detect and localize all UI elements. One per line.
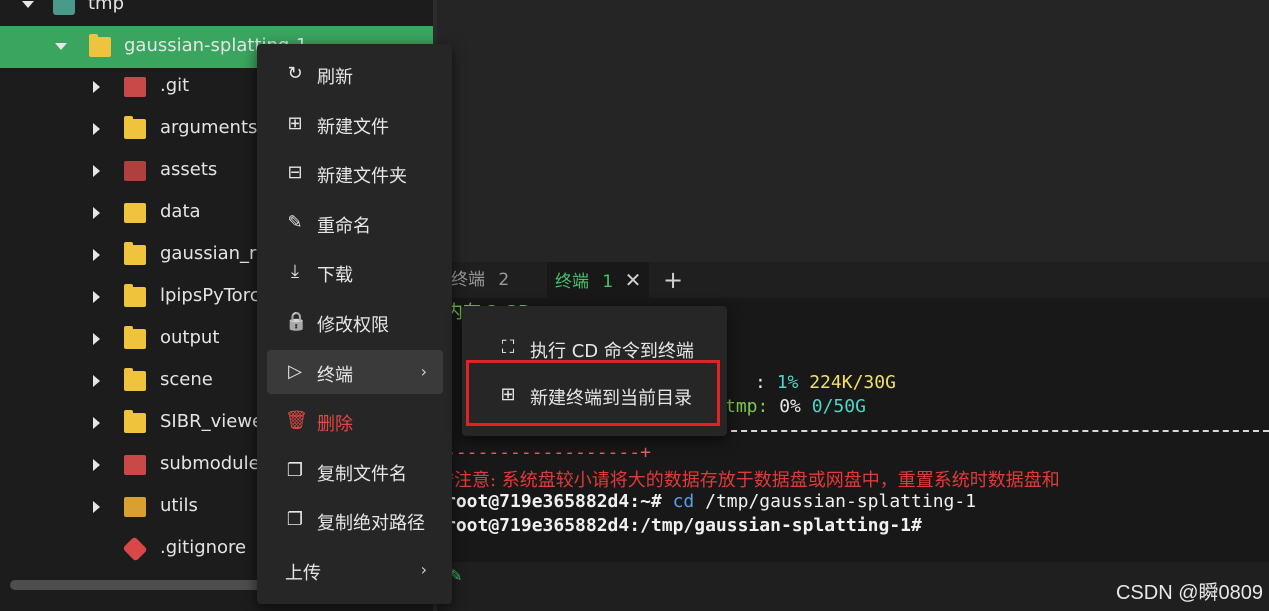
editor-area [437, 0, 1269, 262]
menu-item-label: 新建文件夹 [317, 166, 407, 188]
chevron-right-icon[interactable] [93, 81, 100, 93]
menu-item[interactable]: ▷ 终端 › [267, 349, 443, 394]
menu-item-label: 重命名 [317, 215, 371, 237]
tree-item-label: arguments [160, 117, 258, 138]
chevron-right-icon[interactable] [93, 459, 100, 471]
chevron-right-icon[interactable] [93, 375, 100, 387]
context-menu: ↻ 刷新 ⊞ 新建文件 ⊟ 新建文件夹 ✎ 重命名 ⤓ 下载 🔒 修改权限 ▷ 终端 › 🗑 删除 ❐ 复制文件名 ❐… [257, 44, 452, 604]
highlight-box [466, 360, 720, 426]
chevron-down-icon[interactable] [55, 43, 67, 50]
git-folder-icon [124, 77, 146, 97]
menu-item-label: 下载 [317, 265, 353, 287]
tree-item-label: utils [160, 495, 198, 516]
terminal-warning: *注意: 系统盘较小请将大的数据存放于数据盘或网盘中，重置系统时数据盘和 [445, 470, 1060, 491]
folder-icon [124, 410, 146, 433]
chevron-right-icon[interactable] [93, 123, 100, 135]
chevron-right-icon: › [420, 361, 427, 381]
terminal-divider-end: ------------------+ [445, 442, 651, 463]
menu-item[interactable]: 上传 › [267, 548, 443, 592]
folder-icon [124, 284, 146, 307]
chevron-right-icon[interactable] [93, 207, 100, 219]
terminal-command-line: root@719e365882d4:~# cd /tmp/gaussian-sp… [445, 491, 977, 512]
folder-icon [89, 34, 111, 57]
new-file-icon: ⊞ [287, 112, 303, 134]
chevron-right-icon[interactable] [93, 165, 100, 177]
menu-item-label: 新建文件 [317, 116, 389, 138]
terminal-tabs: 终端 2 终端 1 ✕ + [437, 262, 1269, 298]
git-folder-icon [124, 455, 146, 475]
menu-item[interactable]: ❐ 复制文件名 [267, 449, 443, 493]
copy-icon: ❐ [286, 459, 304, 481]
tree-item-label: submodule [160, 453, 260, 474]
tree-item-label: data [160, 201, 201, 222]
tab-terminal-2[interactable]: 终端 2 [451, 262, 509, 298]
tree-item-label: assets [160, 159, 218, 180]
menu-item[interactable]: ❐ 复制绝对路径 [267, 498, 443, 542]
chevron-right-icon: › [420, 560, 427, 579]
tree-item-label: .gitignore [160, 537, 247, 558]
tree-item-label: SIBR_viewe [160, 411, 264, 432]
menu-item[interactable]: ↻ 刷新 [267, 52, 443, 96]
watermark: CSDN @瞬0809 [1115, 582, 1263, 604]
chevron-right-icon[interactable] [93, 291, 100, 303]
tree-item-label: gaussian_re [160, 243, 268, 264]
folder-icon [124, 242, 146, 265]
tree-item-label: scene [160, 369, 213, 390]
tab-label: 终端 [451, 270, 485, 290]
tree-item-root[interactable]: tmp [0, 0, 437, 26]
menu-item-label: 刷新 [317, 67, 353, 88]
chevron-right-icon[interactable] [93, 333, 100, 345]
menu-item-label: 复制绝对路径 [317, 513, 425, 535]
new-folder-icon: ⊟ [287, 162, 303, 184]
rename-icon: ✎ [287, 211, 303, 233]
folder-icon [124, 326, 146, 349]
clock-folder-icon [53, 0, 75, 15]
menu-item-label: 上传 [285, 563, 321, 584]
assets-folder-icon [124, 161, 146, 181]
tree-item-label: lpipsPyTorc [160, 285, 260, 306]
tab-number: 1 [602, 272, 614, 292]
menu-item[interactable]: 🔒 修改权限 [267, 300, 443, 344]
tab-label: 终端 [555, 272, 589, 292]
download-icon: ⤓ [291, 261, 299, 283]
terminal-divider [721, 430, 1269, 432]
menu-item-label: 终端 [317, 364, 353, 386]
tree-item-label: output [160, 327, 220, 348]
database-folder-icon [124, 203, 146, 223]
disk-line-1: : 1% 224K/30G [755, 372, 896, 393]
menu-item-label: 修改权限 [317, 315, 389, 336]
menu-item-label: 复制文件名 [317, 463, 407, 485]
menu-item[interactable]: ⊞ 新建文件 [267, 102, 443, 146]
tab-number: 2 [498, 270, 510, 290]
folder-icon [124, 368, 146, 391]
paint-bucket-icon: ⛶ [501, 337, 515, 358]
chevron-right-icon[interactable] [93, 501, 100, 513]
menu-item-label: 删除 [317, 414, 353, 436]
git-file-icon [122, 536, 148, 562]
chevron-down-icon[interactable] [22, 1, 34, 8]
add-tab-icon[interactable]: + [663, 262, 683, 298]
trash-icon: 🗑 [285, 410, 308, 432]
menu-item[interactable]: ⊟ 新建文件夹 [267, 151, 443, 195]
chevron-right-icon[interactable] [93, 417, 100, 429]
copy-icon: ❐ [286, 509, 304, 531]
tools-folder-icon [124, 497, 146, 517]
menu-item[interactable]: ⤓ 下载 [267, 250, 443, 294]
chevron-right-icon[interactable] [93, 249, 100, 261]
menu-item[interactable]: ✎ 重命名 [267, 201, 443, 245]
lock-icon: 🔒 [285, 311, 308, 332]
close-icon[interactable]: ✕ [625, 268, 642, 292]
tab-terminal-1[interactable]: 终端 1 ✕ [547, 262, 649, 298]
terminal-icon: ▷ [288, 360, 302, 382]
refresh-icon: ↻ [287, 63, 303, 84]
folder-icon [124, 116, 146, 139]
disk-line-2: tmp: 0% 0/50G [725, 396, 866, 417]
terminal-prompt: root@719e365882d4:/tmp/gaussian-splattin… [445, 515, 922, 536]
tree-item-label: tmp [88, 0, 125, 14]
tree-item-label: .git [160, 75, 190, 96]
menu-item[interactable]: 🗑 删除 [267, 399, 443, 443]
